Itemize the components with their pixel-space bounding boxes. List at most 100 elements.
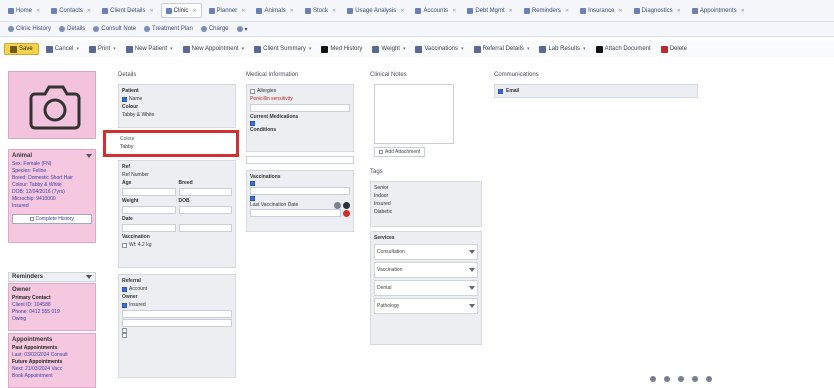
close-icon[interactable]: ✕ bbox=[677, 8, 681, 14]
tab-reminders[interactable]: Reminders ✕ bbox=[520, 3, 573, 18]
delete-button[interactable]: Delete bbox=[658, 43, 690, 55]
sidebar-line[interactable]: Owing bbox=[12, 316, 92, 323]
close-icon[interactable]: ✕ bbox=[241, 8, 245, 14]
chevron-down-icon[interactable] bbox=[86, 154, 92, 158]
sidebar-line[interactable]: Species: Feline bbox=[12, 168, 92, 175]
dot-icon[interactable] bbox=[692, 376, 698, 382]
medical-input[interactable] bbox=[246, 156, 354, 164]
tab-diagnostics[interactable]: Diagnostics ✕ bbox=[630, 3, 685, 18]
tab-usage-analysis[interactable]: Usage Analysis ✕ bbox=[343, 3, 408, 18]
breed-field[interactable] bbox=[178, 188, 232, 196]
close-icon[interactable]: ✕ bbox=[509, 8, 513, 14]
tab-planner[interactable]: Planner ✕ bbox=[205, 3, 250, 18]
date-field-1[interactable] bbox=[122, 224, 176, 232]
dot-icon[interactable] bbox=[706, 376, 712, 382]
dob-field[interactable] bbox=[178, 206, 232, 214]
service-item[interactable]: Consultation bbox=[374, 244, 478, 260]
service-item[interactable]: Pathology bbox=[374, 298, 478, 314]
tab-clinic[interactable]: Clinic ✕ bbox=[160, 3, 202, 18]
remove-icon[interactable] bbox=[343, 209, 350, 217]
close-icon[interactable]: ✕ bbox=[400, 8, 404, 14]
complete-history-link[interactable]: Complete History bbox=[12, 214, 92, 224]
tab-debt-mgmt[interactable]: Debt Mgmt ✕ bbox=[463, 3, 517, 18]
tag-item[interactable]: Indoor bbox=[374, 192, 478, 200]
sidebar-line[interactable]: Microchip: 9410000 bbox=[12, 196, 92, 203]
checkbox[interactable] bbox=[250, 88, 255, 94]
close-icon[interactable]: ✕ bbox=[290, 8, 294, 14]
chevron-down-icon[interactable] bbox=[469, 286, 475, 290]
tab-stock[interactable]: Stock ✕ bbox=[301, 3, 340, 18]
sidebar-line[interactable]: Phone: 0412 555 019 bbox=[12, 309, 92, 316]
client-summary-button[interactable]: Client Summary bbox=[251, 43, 314, 55]
last-vacc-date-field[interactable] bbox=[250, 209, 341, 217]
sidebar-line[interactable]: Sex: Female (FN) bbox=[12, 161, 92, 168]
close-icon[interactable]: ✕ bbox=[565, 8, 569, 14]
close-icon[interactable]: ✕ bbox=[452, 8, 456, 14]
vacc-field[interactable] bbox=[250, 187, 350, 195]
breadcrumb-item[interactable]: Charge bbox=[197, 26, 233, 32]
date-field-2[interactable] bbox=[178, 224, 232, 232]
tab-contacts[interactable]: Contacts ✕ bbox=[47, 3, 95, 18]
close-icon[interactable]: ✕ bbox=[741, 8, 745, 14]
sidebar-line[interactable]: Client ID: 104588 bbox=[12, 302, 92, 309]
save-button[interactable]: Save bbox=[4, 43, 39, 55]
weight-field[interactable] bbox=[122, 206, 176, 214]
checkbox[interactable] bbox=[250, 181, 255, 186]
chevron-down-icon[interactable] bbox=[469, 304, 475, 308]
tab-accounts[interactable]: Accounts ✕ bbox=[411, 3, 460, 18]
referral-details-button[interactable]: Referral Details bbox=[471, 43, 533, 55]
colour-field-highlighted[interactable]: Colour Tabby bbox=[103, 130, 239, 157]
dot-icon[interactable] bbox=[650, 376, 656, 382]
sidebar-line[interactable]: Last: 03/02/2024 Consult bbox=[12, 352, 92, 359]
breadcrumb-item[interactable]: Clinic History bbox=[4, 26, 55, 32]
service-item[interactable]: Dental bbox=[374, 280, 478, 296]
breadcrumb-item[interactable]: Details bbox=[55, 26, 89, 32]
tag-item[interactable]: Senior bbox=[374, 184, 478, 192]
sidebar-line[interactable]: Insured bbox=[12, 203, 92, 210]
extra-field-2[interactable] bbox=[122, 319, 232, 327]
breadcrumb-item[interactable]: Consult Note bbox=[89, 26, 140, 32]
new-appointment-button[interactable]: New Appointment bbox=[180, 43, 248, 55]
attach-document-button[interactable]: Attach Document bbox=[593, 43, 654, 55]
sidebar-line[interactable]: Colour: Tabby & White bbox=[12, 182, 92, 189]
close-icon[interactable]: ✕ bbox=[192, 8, 196, 14]
tab-client-details[interactable]: Client Details ✕ bbox=[98, 3, 158, 18]
dot-icon[interactable] bbox=[678, 376, 684, 382]
allergy-field[interactable] bbox=[250, 104, 350, 112]
checkbox[interactable] bbox=[122, 286, 127, 292]
close-icon[interactable]: ✕ bbox=[618, 8, 622, 14]
cancel-button[interactable]: Cancel bbox=[43, 43, 82, 55]
reminders-header[interactable]: Reminders bbox=[8, 272, 96, 282]
new-patient-button[interactable]: New Patient bbox=[123, 43, 176, 55]
service-item[interactable]: Vaccination bbox=[374, 262, 478, 278]
chevron-down-icon[interactable] bbox=[469, 250, 475, 254]
checkbox[interactable] bbox=[122, 333, 127, 338]
weight-button[interactable]: Weight bbox=[369, 43, 408, 55]
breadcrumb-item[interactable]: ▾ bbox=[233, 26, 252, 33]
info-icon[interactable] bbox=[334, 201, 341, 209]
add-attachment-button[interactable]: Add Attachment bbox=[374, 147, 426, 157]
breadcrumb-item[interactable]: Treatment Plan bbox=[140, 26, 197, 32]
sidebar-line[interactable]: Book Appointment bbox=[12, 373, 92, 380]
tab-home[interactable]: Home ✕ bbox=[4, 3, 44, 18]
sidebar-line[interactable]: Next: 21/03/2024 Vacc bbox=[12, 366, 92, 373]
settings-icon[interactable] bbox=[343, 201, 350, 209]
tab-appointments[interactable]: Appointments ✕ bbox=[688, 3, 749, 18]
extra-field-1[interactable] bbox=[122, 310, 232, 318]
dot-icon[interactable] bbox=[664, 376, 670, 382]
communication-item[interactable]: Email bbox=[494, 84, 698, 98]
sidebar-line[interactable]: Breed: Domestic Short Hair bbox=[12, 175, 92, 182]
tag-item[interactable]: Diabetic bbox=[374, 208, 478, 216]
checkbox[interactable] bbox=[122, 96, 127, 102]
close-icon[interactable]: ✕ bbox=[87, 8, 91, 14]
patient-photo-placeholder[interactable] bbox=[8, 71, 96, 139]
print-button[interactable]: Print bbox=[86, 43, 119, 55]
vaccinations-button[interactable]: Vaccinations bbox=[412, 43, 466, 55]
age-field[interactable] bbox=[122, 188, 176, 196]
notes-textarea[interactable] bbox=[374, 84, 454, 144]
close-icon[interactable]: ✕ bbox=[149, 8, 153, 14]
close-icon[interactable]: ✕ bbox=[36, 8, 40, 14]
close-icon[interactable]: ✕ bbox=[332, 8, 336, 14]
checkbox[interactable] bbox=[122, 242, 127, 248]
tag-item[interactable]: Insured bbox=[374, 200, 478, 208]
